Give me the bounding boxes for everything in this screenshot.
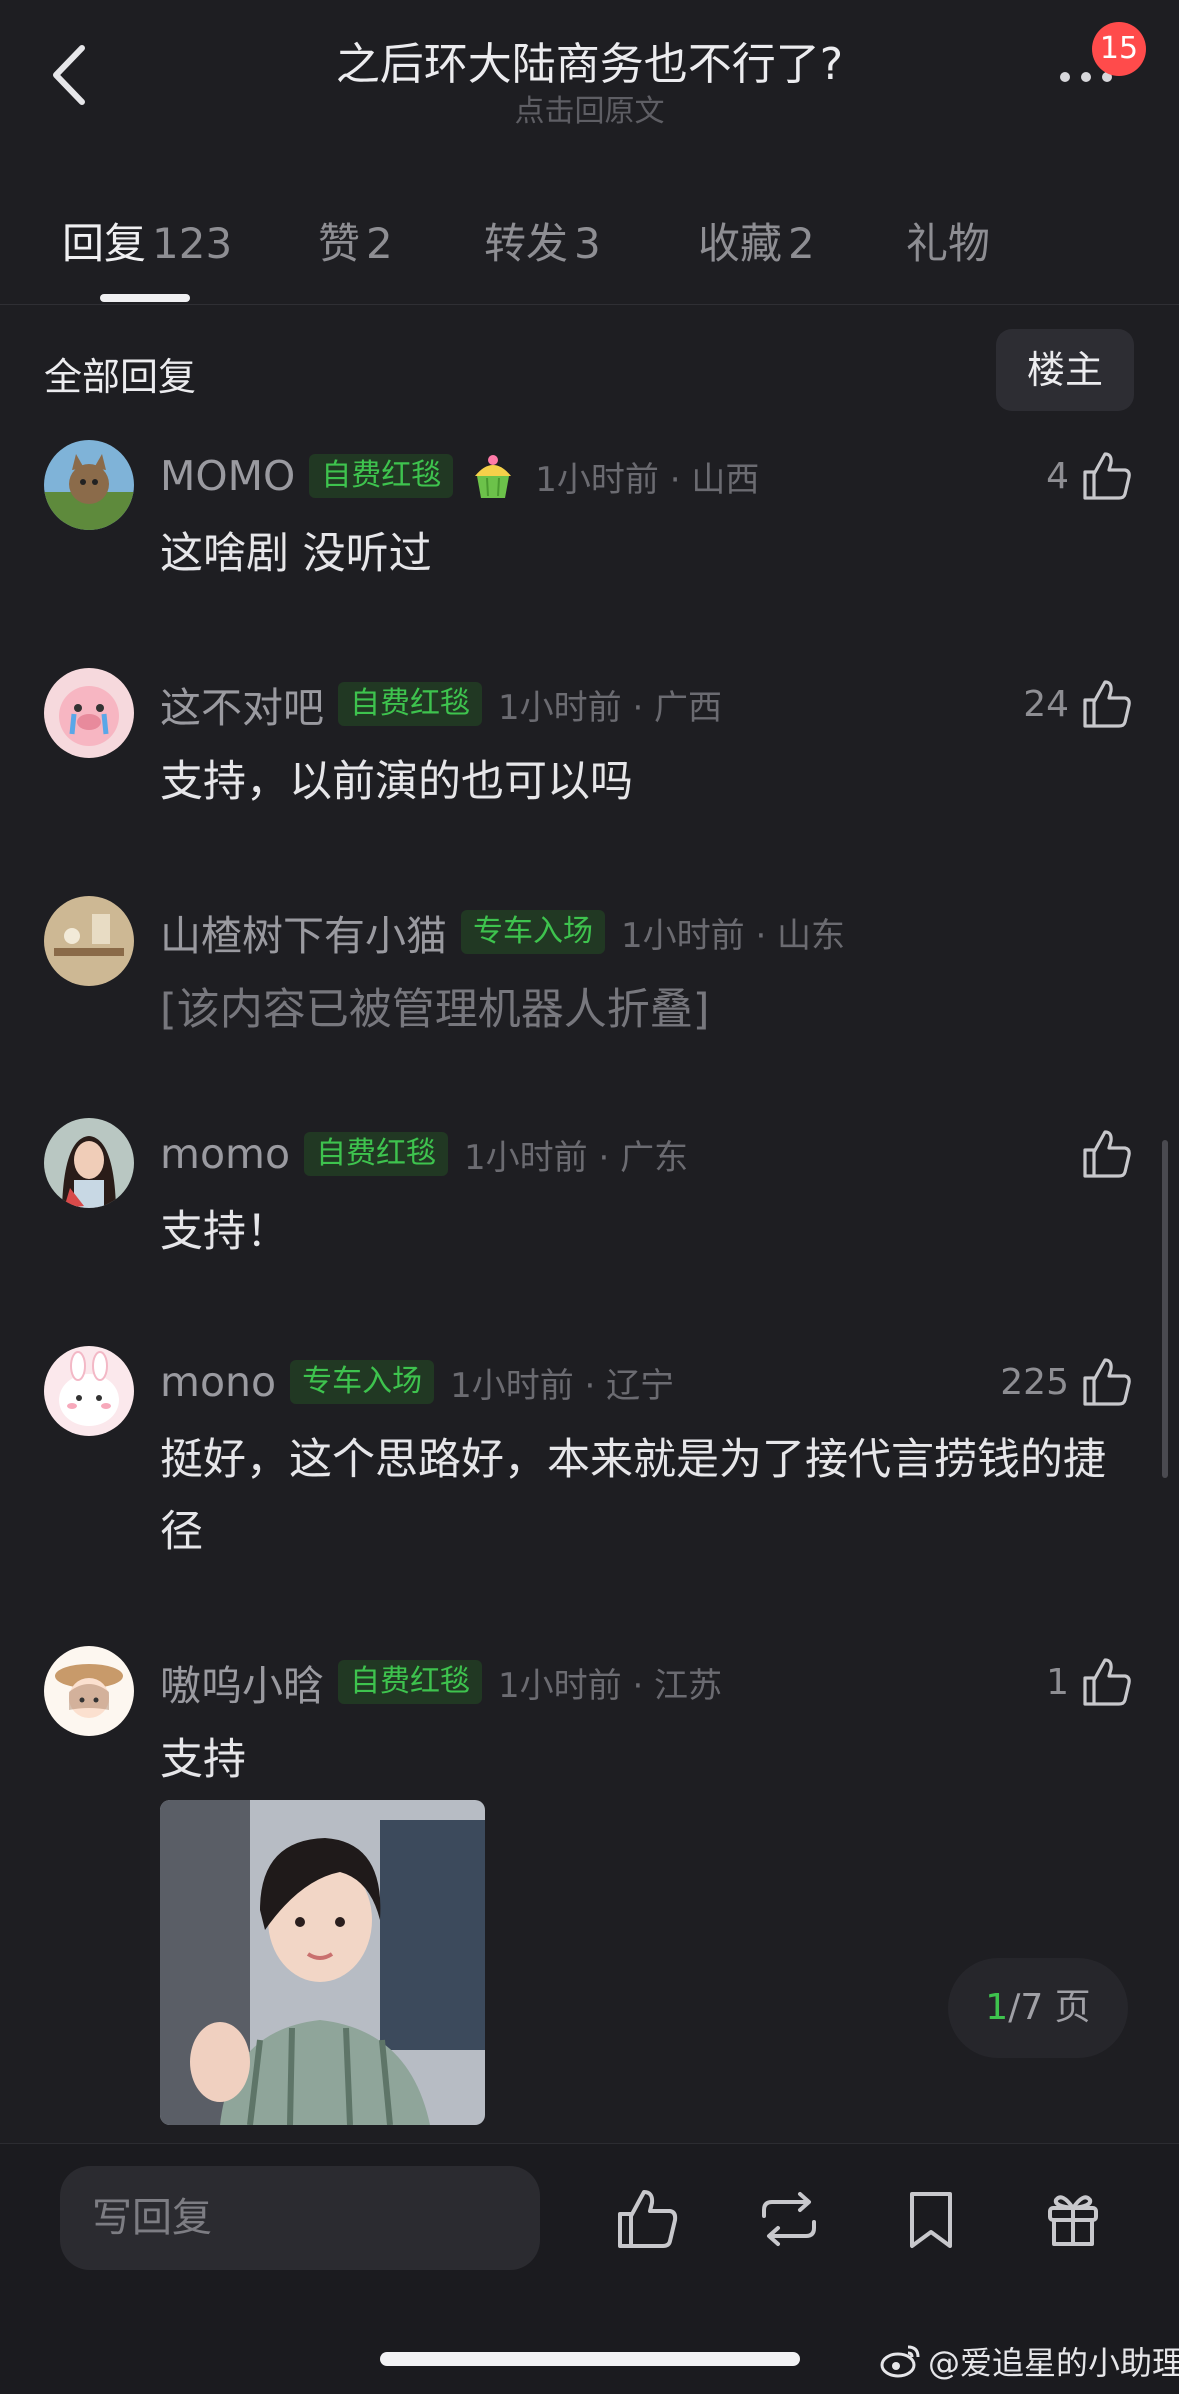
avatar[interactable] xyxy=(44,896,134,986)
comment-time-location: 1小时前 · 山东 xyxy=(621,915,846,956)
op-only-filter-button[interactable]: 楼主 xyxy=(996,329,1134,411)
fan-badge: 专车入场 xyxy=(461,910,605,954)
tab-label: 赞 xyxy=(318,219,361,268)
comment-meta: 嗷呜小晗 自费红毯 1小时前 · 江苏 xyxy=(160,1654,722,1710)
portrait-photo xyxy=(160,1800,485,2125)
comment-time-location: 1小时前 · 广西 xyxy=(498,687,723,728)
avatar[interactable] xyxy=(44,440,134,530)
like-button[interactable]: 225 xyxy=(1000,1352,1133,1412)
tab-label: 转发 xyxy=(484,219,569,268)
comment-meta: 这不对吧 自费红毯 1小时前 · 广西 xyxy=(160,676,722,732)
tab-gifts[interactable]: 礼物 xyxy=(906,210,996,271)
current-page: 1 xyxy=(985,1987,1009,2028)
notification-badge: 15 xyxy=(1092,22,1146,76)
fan-badge: 专车入场 xyxy=(290,1360,435,1404)
comment-time-location: 1小时前 · 辽宁 xyxy=(450,1365,675,1406)
comment-time-location: 1小时前 · 广东 xyxy=(464,1137,689,1178)
thumbs-up-icon xyxy=(1083,1130,1131,1178)
folded-comment-text[interactable]: [该内容已被管理机器人折叠] xyxy=(160,974,1120,1046)
weibo-icon xyxy=(880,2345,920,2378)
tab-bar: 回复 123 赞2 转发 3 收藏 2 礼物 xyxy=(0,200,1179,305)
tab-count: 3 xyxy=(574,219,601,268)
watermark-text: @爱追星的小助理 xyxy=(928,2344,1179,2382)
hat-girl-avatar-image xyxy=(44,1646,134,1736)
username[interactable]: momo xyxy=(160,1130,290,1178)
home-indicator[interactable] xyxy=(380,2352,800,2366)
thumbs-up-icon xyxy=(1083,1658,1131,1706)
tab-count: 2 xyxy=(366,219,393,268)
comment-text: 支持！ xyxy=(160,1207,289,1257)
comment-meta: mono 专车入场 1小时前 · 辽宁 xyxy=(160,1354,674,1410)
username[interactable]: MOMO xyxy=(160,452,295,500)
post-title[interactable]: 之后环大陆商务也不行了? xyxy=(0,28,1179,92)
tab-likes[interactable]: 赞2 xyxy=(318,210,393,271)
comment-meta: MOMO 自费红毯 1小时前 · 山西 xyxy=(160,448,759,504)
back-to-original-link[interactable]: 点击回原文 xyxy=(0,86,1179,130)
avatar[interactable] xyxy=(44,668,134,758)
like-button[interactable]: 24 xyxy=(1023,674,1133,734)
username[interactable]: 嗷呜小晗 xyxy=(160,1652,324,1712)
like-count: 1 xyxy=(1046,1661,1069,1703)
avatar[interactable] xyxy=(44,1346,134,1436)
thumbs-up-icon xyxy=(1083,452,1131,500)
watermark: @爱追星的小助理 xyxy=(880,2338,1179,2384)
username[interactable]: mono xyxy=(160,1358,276,1406)
gift-icon[interactable] xyxy=(1040,2186,1106,2252)
active-tab-indicator xyxy=(100,294,190,302)
like-button[interactable]: 1 xyxy=(1046,1652,1133,1712)
like-button[interactable] xyxy=(1081,1124,1133,1184)
comment-meta: 山楂树下有小猫 专车入场 1小时前 · 山东 xyxy=(160,904,845,960)
comment-time-location: 1小时前 · 江苏 xyxy=(498,1665,723,1706)
repost-icon[interactable] xyxy=(756,2186,822,2252)
username[interactable]: 这不对吧 xyxy=(160,674,324,734)
avatar[interactable] xyxy=(44,1118,134,1208)
comment-time-location: 1小时前 · 山西 xyxy=(535,459,760,500)
comment-text: 支持，以前演的也可以吗 xyxy=(160,757,633,807)
comment-meta: momo 自费红毯 1小时前 · 广东 xyxy=(160,1126,688,1182)
like-post-icon[interactable] xyxy=(614,2186,680,2252)
tab-replies[interactable]: 回复 123 xyxy=(62,210,232,271)
tab-count: 123 xyxy=(152,219,233,268)
scrollbar[interactable] xyxy=(1162,1140,1168,1478)
total-pages: /7 页 xyxy=(1008,1987,1091,2028)
section-title: 全部回复 xyxy=(44,355,197,399)
like-count: 24 xyxy=(1023,683,1069,725)
cupcake-icon xyxy=(475,455,512,498)
comment-text: 支持 xyxy=(160,1735,246,1785)
avatar[interactable] xyxy=(44,1646,134,1736)
tab-label: 回复 xyxy=(62,219,147,268)
comment-text: 挺好，这个思路好，本来就是为了接代言捞钱的捷径 xyxy=(160,1435,1106,1557)
username[interactable]: 山楂树下有小猫 xyxy=(160,902,447,962)
thumbs-up-icon xyxy=(1083,680,1131,728)
room-avatar-image xyxy=(44,896,134,986)
girl-avatar-image xyxy=(44,1118,134,1208)
top-bar: 之后环大陆商务也不行了? 点击回原文 15 xyxy=(0,0,1179,150)
pig-avatar-image xyxy=(44,668,134,758)
like-count: 225 xyxy=(1000,1361,1069,1403)
bookmark-icon[interactable] xyxy=(898,2186,964,2252)
tab-reposts[interactable]: 转发 3 xyxy=(484,210,601,271)
fan-badge: 自费红毯 xyxy=(304,1132,449,1176)
fan-badge: 自费红毯 xyxy=(309,454,454,498)
thumbs-up-icon xyxy=(1083,1358,1131,1406)
tab-count: 2 xyxy=(788,219,815,268)
comment-photo[interactable] xyxy=(160,1800,485,2125)
fan-badge: 自费红毯 xyxy=(338,682,482,726)
tab-label: 礼物 xyxy=(906,219,991,268)
like-count: 4 xyxy=(1046,455,1069,497)
like-button[interactable]: 4 xyxy=(1046,446,1133,506)
fan-badge: 自费红毯 xyxy=(338,1660,482,1704)
reply-input[interactable]: 写回复 xyxy=(60,2166,540,2270)
comment-text: 这啥剧 没听过 xyxy=(160,529,432,579)
bunny-avatar-image xyxy=(44,1346,134,1436)
cat-avatar-image xyxy=(44,440,134,530)
page-indicator[interactable]: 1/7 页 xyxy=(948,1958,1128,2058)
tab-label: 收藏 xyxy=(698,219,783,268)
tab-favorites[interactable]: 收藏 2 xyxy=(698,210,815,271)
